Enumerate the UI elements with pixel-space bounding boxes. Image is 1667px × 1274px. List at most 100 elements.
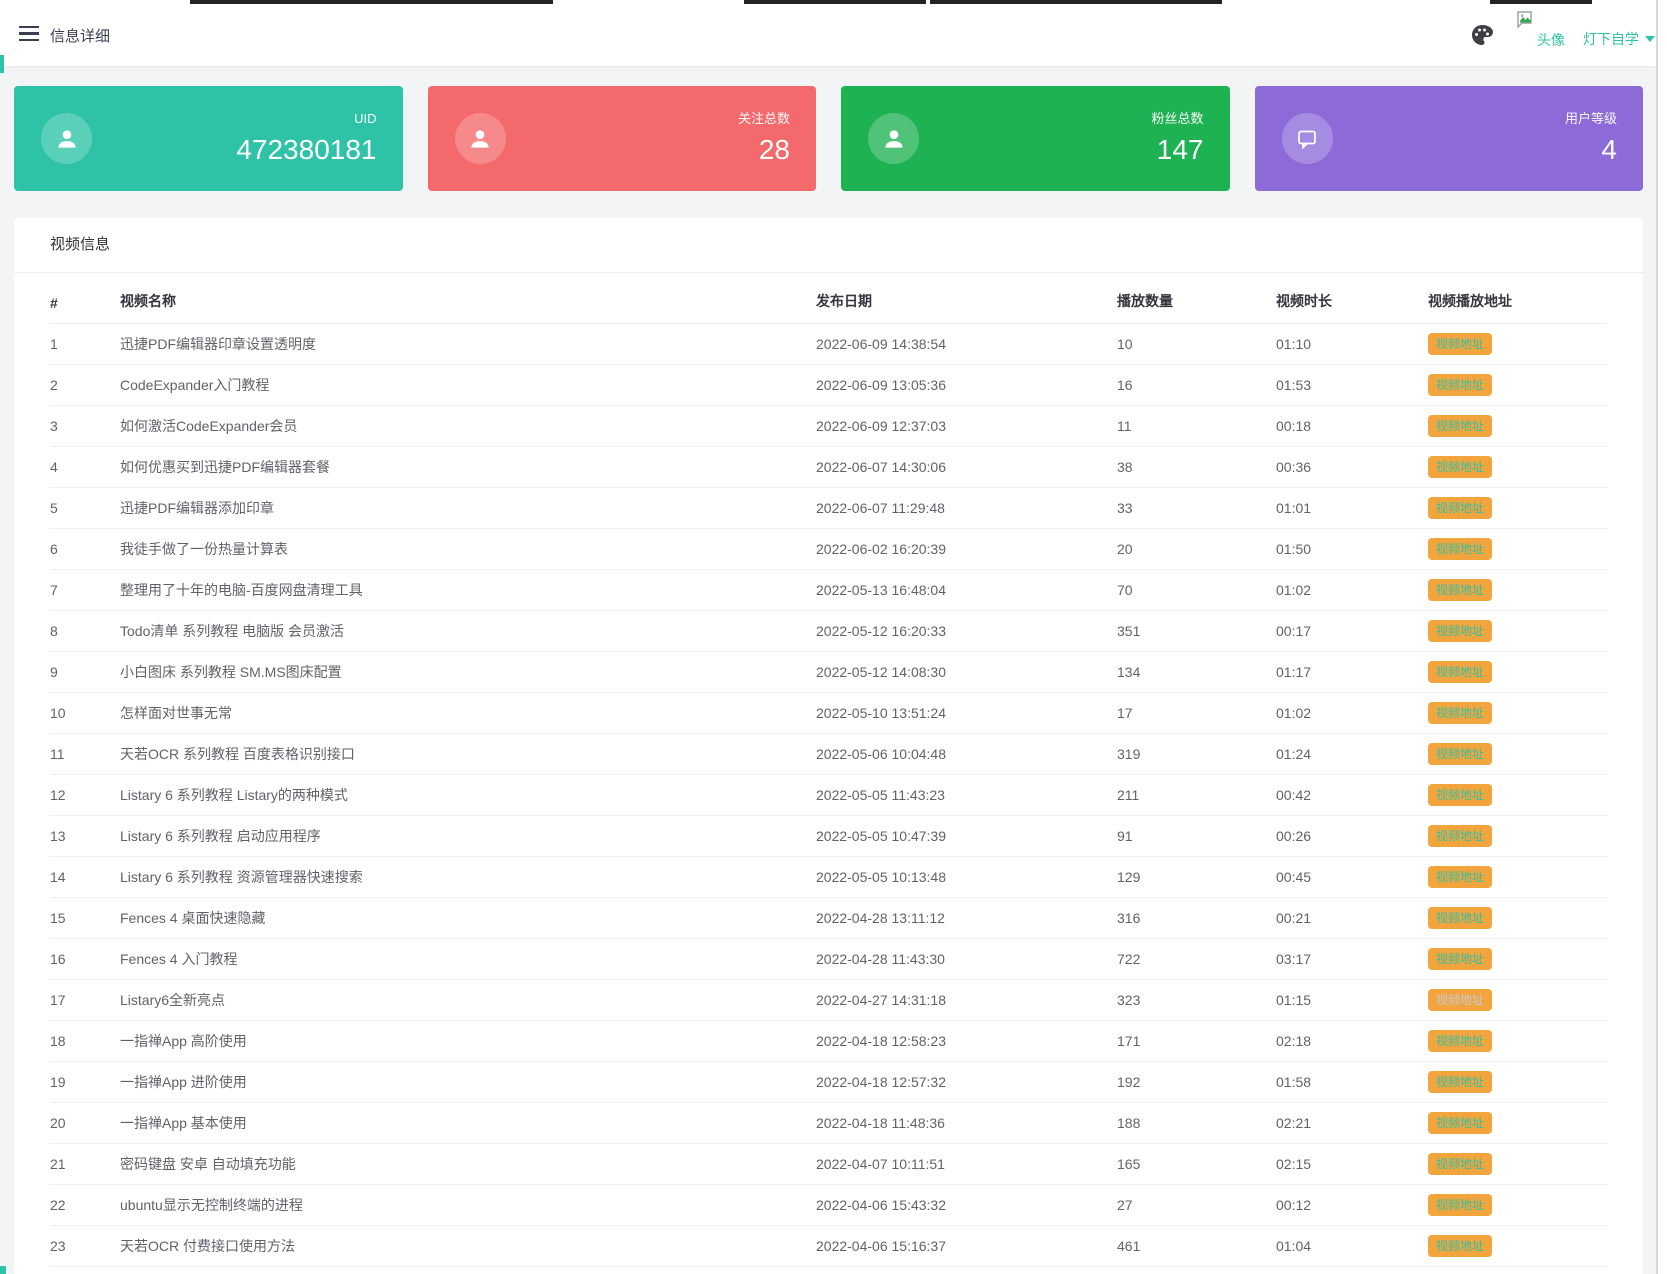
row-index: 1: [50, 323, 120, 364]
stat-card: 关注总数 28: [428, 86, 817, 191]
video-address-button[interactable]: 视频地址: [1428, 333, 1492, 355]
row-index: 6: [50, 528, 120, 569]
table-row: 21 密码键盘 安卓 自动填充功能 2022-04-07 10:11:51 16…: [50, 1143, 1607, 1184]
chevron-down-icon: [1645, 36, 1655, 42]
play-count: 17: [1117, 692, 1276, 733]
video-name: 怎样面对世事无常: [120, 692, 816, 733]
publish-date: 2022-04-28 11:43:30: [816, 938, 1117, 979]
video-address-button[interactable]: 视频地址: [1428, 456, 1492, 478]
panel-title: 视频信息: [50, 236, 110, 253]
play-count: 16: [1117, 364, 1276, 405]
main-content: UID 472380181 关注总数 28 粉丝总数 1: [0, 66, 1656, 1274]
video-address-button[interactable]: 视频地址: [1428, 579, 1492, 601]
table-row: 23 天若OCR 付费接口使用方法 2022-04-06 15:16:37 46…: [50, 1225, 1607, 1266]
video-name: 迅捷PDF编辑器添加印章: [120, 487, 816, 528]
video-duration: 00:18: [1276, 405, 1428, 446]
video-duration: 02:21: [1276, 1102, 1428, 1143]
video-address-button[interactable]: 视频地址: [1428, 907, 1492, 929]
video-address-button[interactable]: 视频地址: [1428, 620, 1492, 642]
stat-cards-row: UID 472380181 关注总数 28 粉丝总数 1: [14, 86, 1643, 191]
play-count: 11: [1117, 405, 1276, 446]
video-name: Listary6全新亮点: [120, 979, 816, 1020]
column-duration: 视频时长: [1276, 273, 1428, 323]
sidebar-edge-accent: [0, 1266, 6, 1274]
video-duration: 00:21: [1276, 897, 1428, 938]
play-count: 351: [1117, 610, 1276, 651]
theme-palette-icon[interactable]: [1470, 23, 1494, 47]
stat-card: 粉丝总数 147: [841, 86, 1230, 191]
row-index: 15: [50, 897, 120, 938]
video-address-button[interactable]: 视频地址: [1428, 415, 1492, 437]
video-table: # 视频名称 发布日期 播放数量 视频时长 视频播放地址 1 迅捷PDF编辑器印…: [50, 273, 1607, 1267]
video-address-button[interactable]: 视频地址: [1428, 538, 1492, 560]
table-row: 13 Listary 6 系列教程 启动应用程序 2022-05-05 10:4…: [50, 815, 1607, 856]
video-duration: 00:17: [1276, 610, 1428, 651]
row-index: 10: [50, 692, 120, 733]
table-row: 22 ubuntu显示无控制终端的进程 2022-04-06 15:43:32 …: [50, 1184, 1607, 1225]
video-address-button[interactable]: 视频地址: [1428, 1112, 1492, 1134]
row-index: 2: [50, 364, 120, 405]
table-row: 12 Listary 6 系列教程 Listary的两种模式 2022-05-0…: [50, 774, 1607, 815]
video-address-button[interactable]: 视频地址: [1428, 1235, 1492, 1257]
video-duration: 01:02: [1276, 569, 1428, 610]
video-duration: 01:53: [1276, 364, 1428, 405]
video-address-button[interactable]: 视频地址: [1428, 1030, 1492, 1052]
video-address-button[interactable]: 视频地址: [1428, 497, 1492, 519]
hamburger-menu-icon[interactable]: [19, 26, 41, 42]
table-row: 15 Fences 4 桌面快速隐藏 2022-04-28 13:11:12 3…: [50, 897, 1607, 938]
row-index: 11: [50, 733, 120, 774]
avatar-alt-text: 头像: [1537, 30, 1565, 50]
publish-date: 2022-06-09 14:38:54: [816, 323, 1117, 364]
video-name: 天若OCR 付费接口使用方法: [120, 1225, 816, 1266]
table-row: 8 Todo清单 系列教程 电脑版 会员激活 2022-05-12 16:20:…: [50, 610, 1607, 651]
row-index: 4: [50, 446, 120, 487]
column-plays: 播放数量: [1117, 273, 1276, 323]
video-duration: 01:01: [1276, 487, 1428, 528]
video-name: 小白图床 系列教程 SM.MS图床配置: [120, 651, 816, 692]
play-count: 27: [1117, 1184, 1276, 1225]
video-address-button[interactable]: 视频地址: [1428, 702, 1492, 724]
play-count: 10: [1117, 323, 1276, 364]
avatar-link[interactable]: 头像: [1517, 11, 1581, 55]
column-date: 发布日期: [816, 273, 1117, 323]
row-index: 16: [50, 938, 120, 979]
row-index: 7: [50, 569, 120, 610]
table-row: 19 一指禅App 进阶使用 2022-04-18 12:57:32 192 0…: [50, 1061, 1607, 1102]
video-address-button[interactable]: 视频地址: [1428, 743, 1492, 765]
user-dropdown[interactable]: 灯下自学: [1583, 29, 1655, 49]
publish-date: 2022-05-12 14:08:30: [816, 651, 1117, 692]
video-address-button[interactable]: 视频地址: [1428, 866, 1492, 888]
video-address-button[interactable]: 视频地址: [1428, 948, 1492, 970]
video-address-button[interactable]: 视频地址: [1428, 989, 1492, 1011]
row-index: 9: [50, 651, 120, 692]
video-address-button[interactable]: 视频地址: [1428, 1071, 1492, 1093]
play-count: 211: [1117, 774, 1276, 815]
row-index: 12: [50, 774, 120, 815]
video-duration: 00:26: [1276, 815, 1428, 856]
stat-label: UID: [236, 110, 376, 128]
row-index: 3: [50, 405, 120, 446]
stat-label: 粉丝总数: [1151, 110, 1203, 128]
publish-date: 2022-04-27 14:31:18: [816, 979, 1117, 1020]
user-icon: [41, 113, 92, 164]
play-count: 461: [1117, 1225, 1276, 1266]
top-bar: 信息详细 头像 灯下自学: [0, 0, 1656, 66]
publish-date: 2022-06-07 11:29:48: [816, 487, 1117, 528]
play-count: 188: [1117, 1102, 1276, 1143]
panel-header: 视频信息: [14, 218, 1643, 273]
stat-card: UID 472380181: [14, 86, 403, 191]
row-index: 20: [50, 1102, 120, 1143]
stat-value: 147: [1151, 133, 1203, 167]
video-address-button[interactable]: 视频地址: [1428, 825, 1492, 847]
video-address-button[interactable]: 视频地址: [1428, 374, 1492, 396]
video-duration: 01:50: [1276, 528, 1428, 569]
video-address-button[interactable]: 视频地址: [1428, 784, 1492, 806]
window-edge-line: [1656, 0, 1658, 1274]
video-address-button[interactable]: 视频地址: [1428, 1194, 1492, 1216]
video-name: 我徒手做了一份热量计算表: [120, 528, 816, 569]
video-name: 迅捷PDF编辑器印章设置透明度: [120, 323, 816, 364]
play-count: 316: [1117, 897, 1276, 938]
video-address-button[interactable]: 视频地址: [1428, 1153, 1492, 1175]
video-address-button[interactable]: 视频地址: [1428, 661, 1492, 683]
video-info-panel: 视频信息 # 视频名称 发布日期 播放数量 视频时长 视频播放地址: [14, 218, 1643, 1274]
